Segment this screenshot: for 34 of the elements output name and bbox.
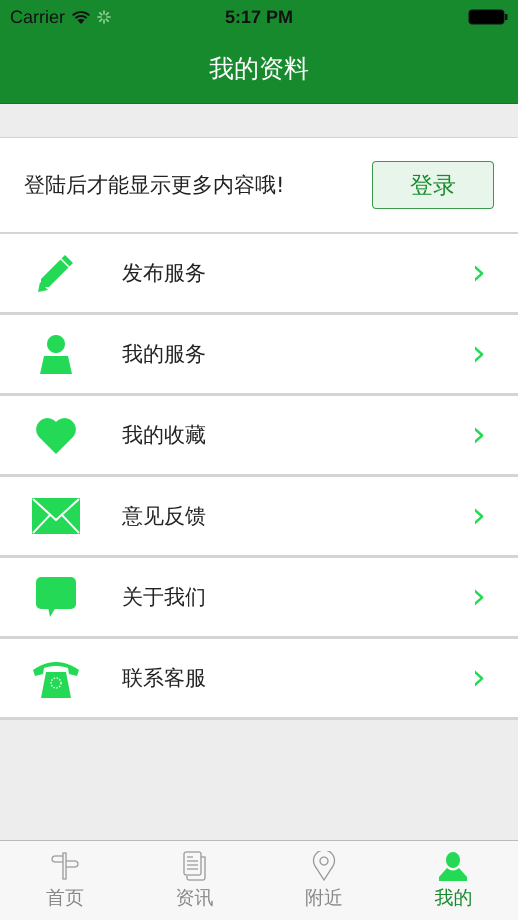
menu-item[interactable]: 我的服务 ›	[0, 315, 518, 396]
person-icon	[438, 850, 468, 880]
menu-item[interactable]: 意见反馈 ›	[0, 477, 518, 558]
activity-spinner-icon	[97, 10, 112, 24]
menu-item-label: 我的服务	[121, 341, 207, 368]
chat-bubble-icon	[36, 577, 76, 617]
menu-item[interactable]: 联系客服 ›	[0, 639, 518, 720]
page-title: 我的资料	[209, 53, 309, 85]
login-prompt: 登陆后才能显示更多内容哦!	[24, 172, 284, 199]
menu-item[interactable]: 发布服务 ›	[0, 234, 518, 315]
menu-item-label: 关于我们	[121, 584, 207, 611]
wifi-icon	[71, 10, 92, 24]
person-icon	[39, 334, 73, 374]
menu-item[interactable]: 关于我们 ›	[0, 558, 518, 639]
chevron-icon: ›	[472, 660, 486, 696]
tab[interactable]: 我的	[388, 841, 518, 920]
chevron-icon: ›	[472, 255, 486, 291]
menu-item-label: 联系客服	[121, 665, 207, 692]
chevron-icon: ›	[472, 579, 486, 615]
pencil-icon	[37, 253, 75, 293]
login-button[interactable]: 登录	[372, 161, 494, 209]
signpost-icon	[50, 850, 80, 880]
chevron-icon: ›	[472, 417, 486, 453]
carrier-name: Carrier	[10, 6, 66, 28]
heart-icon	[35, 416, 77, 454]
envelope-icon	[32, 498, 80, 534]
status-time: 5:17 PM	[224, 6, 294, 28]
menu-item[interactable]: 我的收藏 ›	[0, 396, 518, 477]
menu-item-label: 我的收藏	[121, 422, 207, 449]
menu-item-label: 意见反馈	[121, 503, 207, 530]
chevron-icon: ›	[472, 498, 486, 534]
chevron-icon: ›	[472, 336, 486, 372]
menu-item-label: 发布服务	[121, 260, 207, 287]
battery-icon	[468, 9, 508, 25]
